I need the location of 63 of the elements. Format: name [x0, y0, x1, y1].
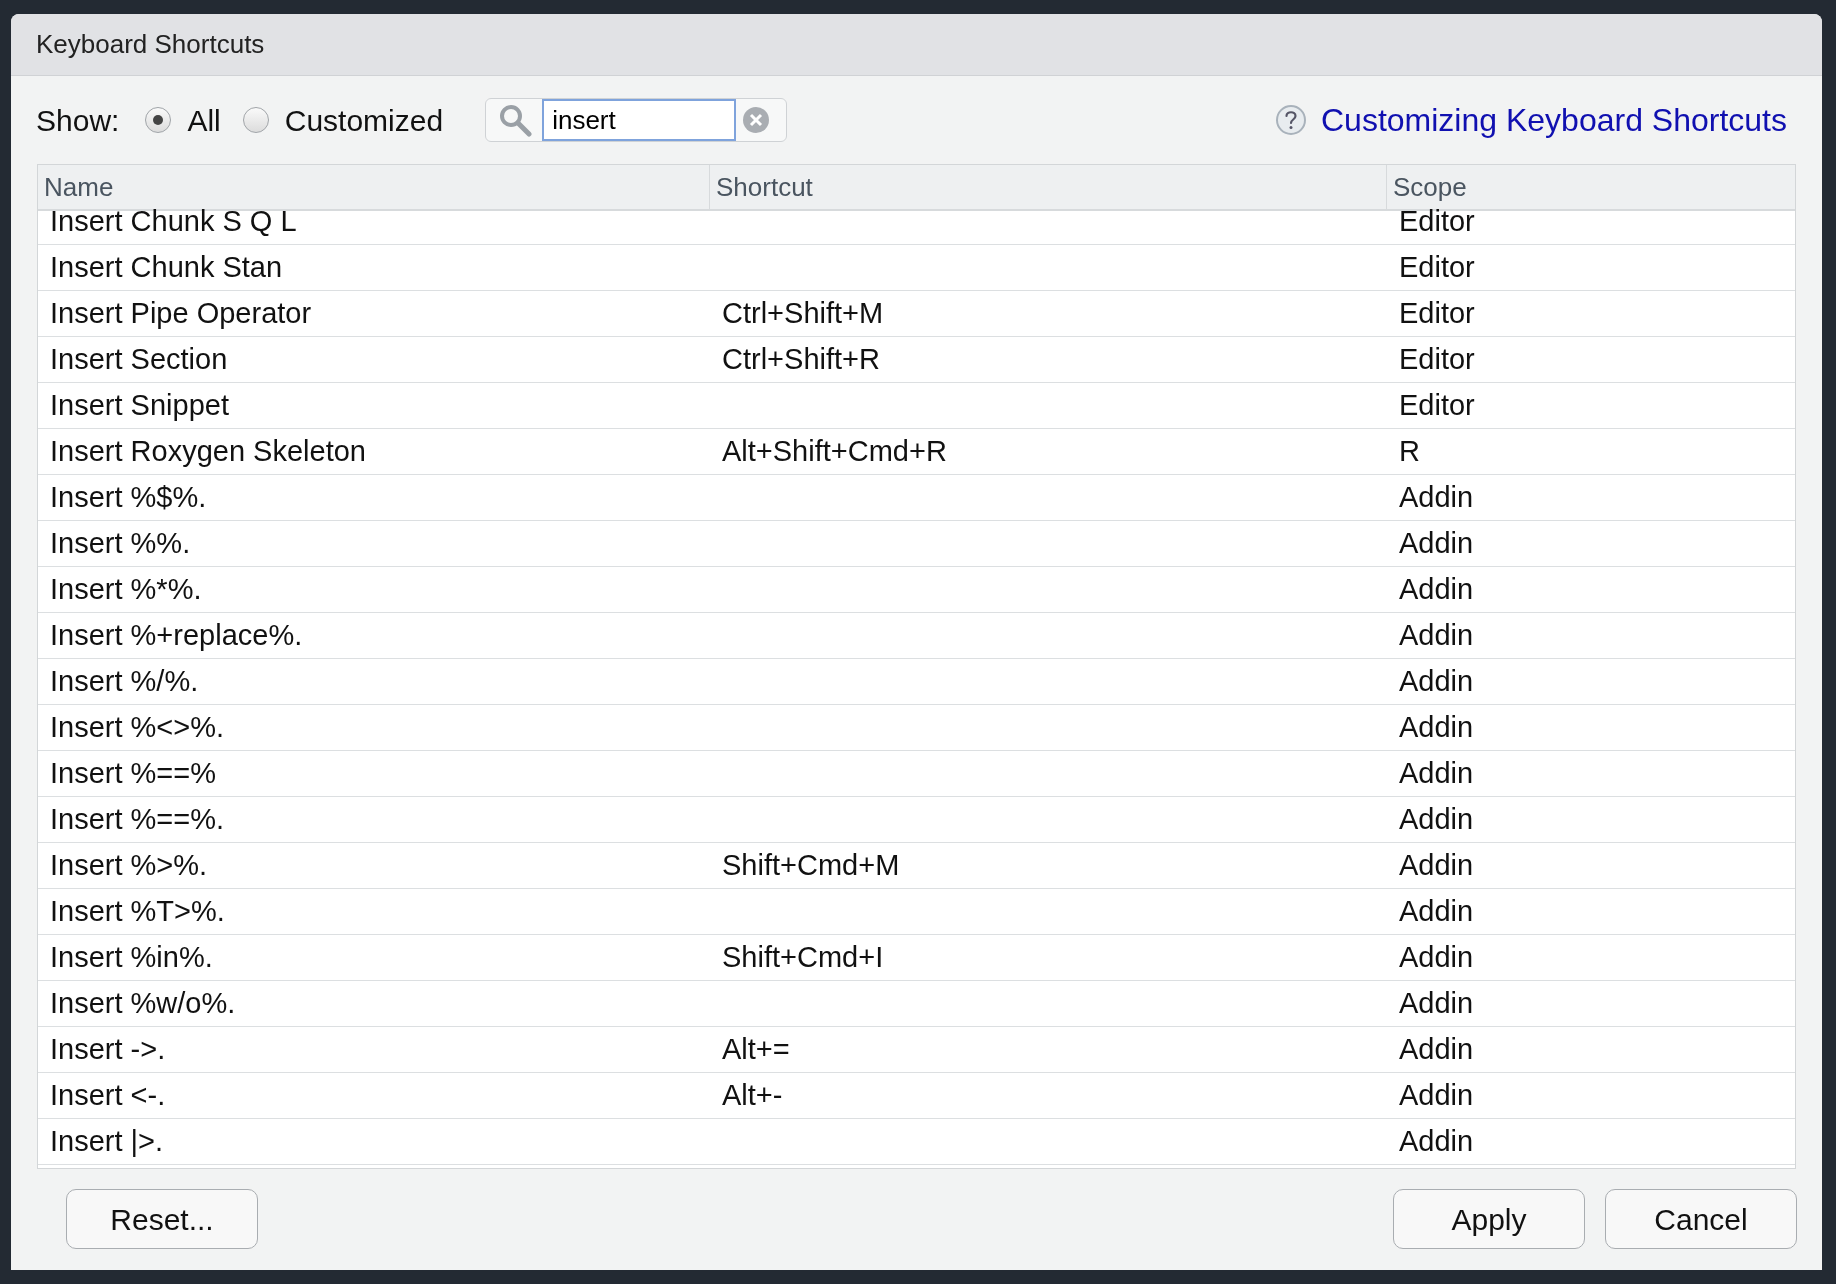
- dialog-button[interactable]: Reset...: [66, 1189, 258, 1249]
- table-cell-text: Insert %==%.: [49, 801, 226, 837]
- table-cell-text: Addin: [1398, 847, 1475, 883]
- table-cell-text: Ctrl+Shift+R: [721, 341, 881, 377]
- table-cell-text: Addin: [1398, 617, 1475, 653]
- table-cell-text: Addin: [1398, 893, 1475, 929]
- table-cell-text: Addin: [1398, 709, 1475, 745]
- table-cell-text: Insert |>.: [49, 1123, 165, 1159]
- table-cell-text: Insert Roxygen Skeleton: [49, 433, 367, 469]
- table-cell-text: Addin: [1398, 525, 1475, 561]
- table-cell-text: Ctrl+Shift+M: [721, 295, 885, 331]
- table-cell-text: Addin: [1398, 571, 1475, 607]
- search-icon: [498, 103, 533, 137]
- table-cell-text: Insert %==%: [49, 755, 218, 791]
- table-cell-text: Editor: [1398, 295, 1476, 331]
- table-cell-text: Editor: [1398, 387, 1476, 423]
- table-cell-text: Insert %/%.: [49, 663, 200, 699]
- table-cell-text: Alt+=: [721, 1031, 791, 1067]
- table-cell-text: Insert <-.: [49, 1077, 167, 1113]
- table-cell-text: Insert Section: [49, 341, 229, 377]
- table-cell-text: Insert %>%.: [49, 847, 209, 883]
- window-title: Keyboard Shortcuts: [36, 28, 265, 61]
- dialog-button[interactable]: Apply: [1393, 1189, 1585, 1249]
- table-cell-text: Addin: [1398, 939, 1475, 975]
- table-cell-text: Addin: [1398, 985, 1475, 1021]
- table-cell-text: Insert %*%.: [49, 571, 203, 607]
- table-cell-text: Addin: [1398, 755, 1475, 791]
- radio-label[interactable]: All: [187, 97, 221, 143]
- table-cell-text: Insert Pipe Operator: [49, 295, 313, 331]
- table-cell-text: Insert %w/o%.: [49, 985, 237, 1021]
- table-cell-text: Shift+Cmd+M: [721, 847, 901, 883]
- radio-label[interactable]: Customized: [284, 97, 444, 143]
- table-cell-text: Insert %+replace%.: [49, 617, 304, 653]
- table-cell-text: Addin: [1398, 663, 1475, 699]
- dialog-button[interactable]: Cancel: [1605, 1189, 1797, 1249]
- help-icon: [1275, 104, 1307, 136]
- help-link[interactable]: Customizing Keyboard Shortcuts: [1321, 96, 1787, 144]
- table-cell-text: Insert Snippet: [49, 387, 230, 423]
- table-cell-text: Insert Chunk Stan: [49, 249, 284, 285]
- table-cell-text: R: [1398, 433, 1421, 469]
- table-cell-text: Insert %in%.: [49, 939, 214, 975]
- table-cell-text: Alt+-: [721, 1077, 784, 1113]
- radio-button[interactable]: [145, 107, 172, 133]
- table-cell-text: Addin: [1398, 479, 1475, 515]
- table-cell-text: Insert %$%.: [49, 479, 208, 515]
- table-cell-text: Insert %%.: [49, 525, 192, 561]
- table-cell-text: Editor: [1398, 341, 1476, 377]
- table-cell-text: Editor: [1398, 249, 1476, 285]
- table-cell-text: Insert ->.: [49, 1031, 167, 1067]
- column-header[interactable]: Name: [38, 165, 710, 209]
- table-cell-text: Alt+Shift+Cmd+R: [721, 433, 948, 469]
- table-cell-text: Addin: [1398, 1123, 1475, 1159]
- table-cell-text: Addin: [1398, 1077, 1475, 1113]
- radio-button[interactable]: [242, 107, 269, 133]
- table-cell-text: Addin: [1398, 1031, 1475, 1067]
- clear-icon[interactable]: [742, 106, 771, 134]
- table-cell-text: Shift+Cmd+I: [721, 939, 885, 975]
- table-cell-text: Addin: [1398, 801, 1475, 837]
- column-header[interactable]: Shortcut: [710, 165, 1387, 209]
- search-field[interactable]: insert: [485, 98, 788, 142]
- table-cell-text: Insert %<>%.: [49, 709, 226, 745]
- table-cell-text: Insert %T>%.: [49, 893, 226, 929]
- show-label: Show:: [36, 102, 120, 139]
